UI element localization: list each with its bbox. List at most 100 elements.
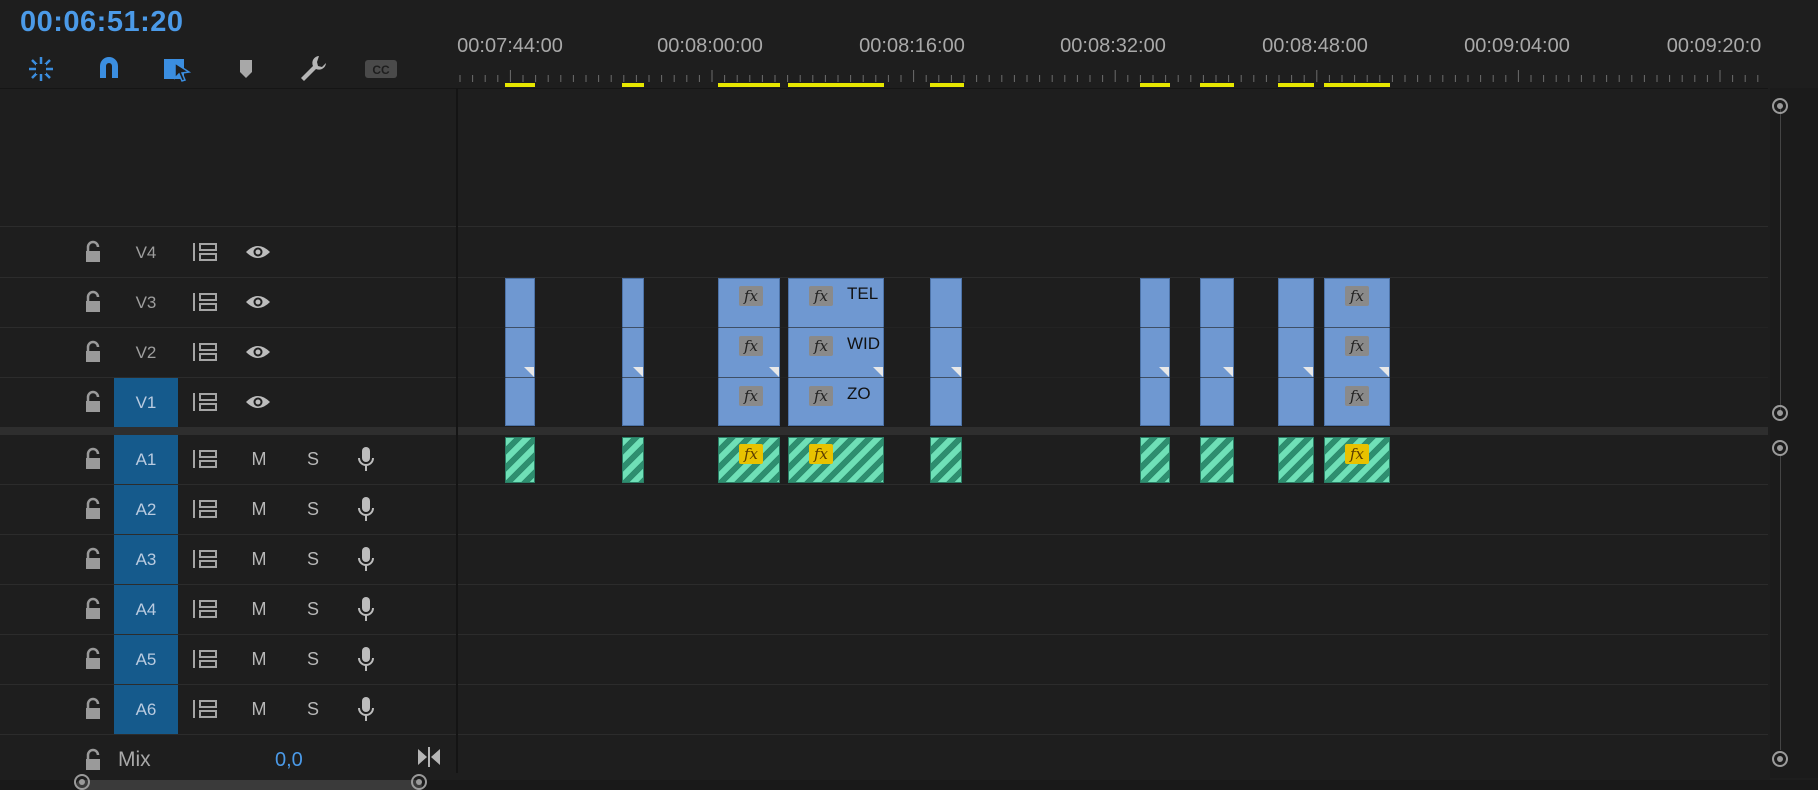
fx-badge[interactable]: fx	[739, 286, 763, 306]
mute-button[interactable]: M	[244, 585, 274, 634]
audio-clip[interactable]	[505, 437, 535, 483]
audio-track-a5[interactable]: A5 M S	[0, 635, 1768, 685]
audio-clip[interactable]: fx	[1324, 437, 1390, 483]
audio-clip[interactable]	[1140, 437, 1170, 483]
eye-visibility-icon[interactable]	[244, 340, 272, 364]
microphone-icon[interactable]	[352, 497, 380, 521]
lock-icon[interactable]	[83, 748, 103, 772]
audio-scroll-handle-bottom[interactable]	[1772, 751, 1788, 767]
video-track-v1[interactable]: V1	[0, 378, 1768, 428]
solo-button[interactable]: S	[298, 485, 328, 534]
audio-track-a1[interactable]: A1 M S	[0, 435, 1768, 485]
solo-button[interactable]: S	[298, 585, 328, 634]
lock-icon[interactable]	[83, 647, 103, 671]
mix-track[interactable]: Mix 0,0	[0, 740, 1768, 780]
video-track-v2[interactable]: V2	[0, 328, 1768, 378]
video-track-v4[interactable]: V4	[0, 228, 1768, 278]
fx-badge[interactable]: fx	[739, 444, 763, 464]
fx-badge[interactable]: fx	[1345, 444, 1369, 464]
lock-icon[interactable]	[83, 497, 103, 521]
fx-badge[interactable]: fx	[809, 444, 833, 464]
audio-track-a6[interactable]: A6 M S	[0, 685, 1768, 735]
video-clip[interactable]	[1200, 278, 1234, 426]
fx-badge[interactable]: fx	[809, 336, 833, 356]
add-marker-icon[interactable]	[229, 52, 263, 86]
track-name[interactable]: A1	[114, 435, 178, 484]
lock-icon[interactable]	[83, 447, 103, 471]
audio-track-a4[interactable]: A4 M S	[0, 585, 1768, 635]
audio-clip[interactable]	[1278, 437, 1314, 483]
lock-icon[interactable]	[83, 240, 103, 264]
solo-button[interactable]: S	[298, 635, 328, 684]
track-name[interactable]: V3	[114, 278, 178, 327]
video-track-v3[interactable]: V3	[0, 278, 1768, 328]
captions-cc-icon[interactable]: CC	[364, 52, 398, 86]
video-scroll-handle-top[interactable]	[1772, 98, 1788, 114]
track-name[interactable]: V2	[114, 328, 178, 377]
mix-volume-value[interactable]: 0,0	[275, 749, 303, 772]
horizontal-scroll-thumb[interactable]	[76, 780, 422, 790]
audio-scroll-handle-top[interactable]	[1772, 440, 1788, 456]
mute-button[interactable]: M	[244, 685, 274, 734]
sync-lock-icon[interactable]	[191, 240, 219, 264]
solo-button[interactable]: S	[298, 685, 328, 734]
sync-lock-icon[interactable]	[191, 290, 219, 314]
fx-badge[interactable]: fx	[809, 386, 833, 406]
collapse-expand-icon[interactable]	[416, 745, 442, 774]
wrench-settings-icon[interactable]	[296, 52, 330, 86]
audio-clip[interactable]: fx	[788, 437, 884, 483]
solo-button[interactable]: S	[298, 535, 328, 584]
video-clip[interactable]: fx TEL fx WID fx ZO	[788, 278, 884, 426]
linked-selection-icon[interactable]	[160, 52, 194, 86]
fx-badge[interactable]: fx	[1345, 286, 1369, 306]
header-panel-divider[interactable]	[456, 88, 458, 773]
sync-lock-icon[interactable]	[191, 340, 219, 364]
track-name[interactable]: A5	[114, 635, 178, 684]
mute-button[interactable]: M	[244, 485, 274, 534]
microphone-icon[interactable]	[352, 647, 380, 671]
video-clip[interactable]: fx fx fx	[718, 278, 780, 426]
video-clip[interactable]	[1278, 278, 1314, 426]
zoom-handle-right[interactable]	[411, 774, 427, 790]
track-name[interactable]: A3	[114, 535, 178, 584]
fx-badge[interactable]: fx	[1345, 336, 1369, 356]
timeline-empty-area[interactable]	[0, 89, 1768, 227]
microphone-icon[interactable]	[352, 447, 380, 471]
track-name[interactable]: A2	[114, 485, 178, 534]
video-clip[interactable]	[622, 278, 644, 426]
eye-visibility-icon[interactable]	[244, 390, 272, 414]
track-name[interactable]: V1	[114, 378, 178, 427]
solo-button[interactable]: S	[298, 435, 328, 484]
mute-button[interactable]: M	[244, 635, 274, 684]
horizontal-scrollbar[interactable]	[0, 774, 1818, 790]
track-name[interactable]: A6	[114, 685, 178, 734]
sync-lock-icon[interactable]	[191, 390, 219, 414]
mute-button[interactable]: M	[244, 435, 274, 484]
microphone-icon[interactable]	[352, 697, 380, 721]
mute-button[interactable]: M	[244, 535, 274, 584]
audio-track-a2[interactable]: A2 M S	[0, 485, 1768, 535]
insert-overwrite-icon[interactable]	[24, 52, 58, 86]
lock-icon[interactable]	[83, 697, 103, 721]
audio-clip[interactable]	[1200, 437, 1234, 483]
microphone-icon[interactable]	[352, 547, 380, 571]
track-name[interactable]: A4	[114, 585, 178, 634]
sync-lock-icon[interactable]	[191, 597, 219, 621]
sync-lock-icon[interactable]	[191, 547, 219, 571]
video-scrollbar-track[interactable]	[1780, 108, 1781, 412]
time-ruler[interactable]: 00:07:44:00 00:08:00:00 00:08:16:00 00:0…	[457, 0, 1770, 88]
eye-visibility-icon[interactable]	[244, 290, 272, 314]
video-clip[interactable]	[930, 278, 962, 426]
audio-track-a3[interactable]: A3 M S	[0, 535, 1768, 585]
video-clip[interactable]	[1140, 278, 1170, 426]
lock-icon[interactable]	[83, 340, 103, 364]
zoom-handle-left[interactable]	[74, 774, 90, 790]
audio-clip[interactable]: fx	[718, 437, 780, 483]
fx-badge[interactable]: fx	[739, 386, 763, 406]
sync-lock-icon[interactable]	[191, 697, 219, 721]
video-clip[interactable]	[505, 278, 535, 426]
snap-magnet-icon[interactable]	[92, 52, 126, 86]
audio-clip[interactable]	[622, 437, 644, 483]
lock-icon[interactable]	[83, 597, 103, 621]
lock-icon[interactable]	[83, 290, 103, 314]
